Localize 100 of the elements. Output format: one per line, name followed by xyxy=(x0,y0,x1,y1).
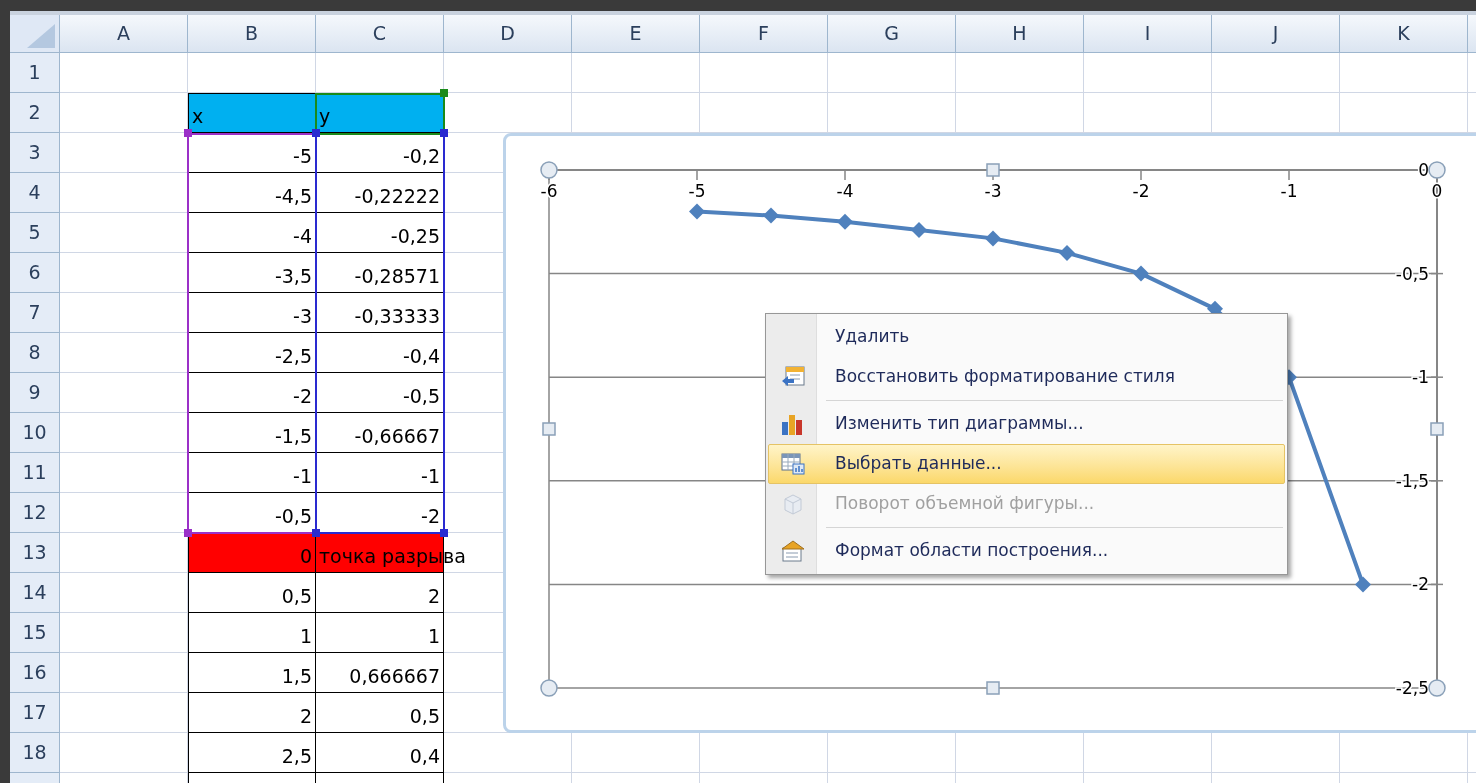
axis-label: -6 xyxy=(540,181,558,201)
range-handle[interactable] xyxy=(440,529,448,537)
axis-label: -0,5 xyxy=(1395,263,1429,284)
column-header[interactable]: B xyxy=(188,15,316,53)
row-header[interactable]: 6 xyxy=(10,253,60,293)
table-cell: 0,5 xyxy=(188,573,316,613)
menu-item[interactable]: Формат области построения... xyxy=(768,531,1285,571)
row-header[interactable]: 13 xyxy=(10,533,60,573)
column-header[interactable]: D xyxy=(444,15,572,53)
tick-mark xyxy=(1430,583,1444,586)
tick-mark xyxy=(1430,480,1444,482)
table-cell: -1 xyxy=(316,453,444,493)
row-header[interactable]: 17 xyxy=(10,693,60,733)
tick-mark xyxy=(844,169,846,181)
table-cell: -0,28571 xyxy=(316,253,444,293)
table-cell: -0,5 xyxy=(316,373,444,413)
table-cell: x xyxy=(188,93,316,133)
axis-label: -4 xyxy=(836,181,854,201)
format-panel-icon xyxy=(780,539,806,563)
axis-label: 0 xyxy=(1418,160,1429,180)
table-cell: 0,4 xyxy=(316,733,444,773)
row-header[interactable]: 5 xyxy=(10,213,60,253)
axis-label: -2 xyxy=(1132,181,1150,201)
row-header[interactable]: 2 xyxy=(10,93,60,133)
range-handle[interactable] xyxy=(440,129,448,137)
range-handle[interactable] xyxy=(184,529,192,537)
column-header[interactable]: A xyxy=(60,15,188,53)
row-header[interactable]: 15 xyxy=(10,613,60,653)
range-handle[interactable] xyxy=(440,89,448,97)
table-cell: 0,5 xyxy=(316,693,444,733)
row-header[interactable]: 18 xyxy=(10,733,60,773)
table-cell: 1 xyxy=(316,613,444,653)
row-header[interactable]: 9 xyxy=(10,373,60,413)
select-all-button[interactable] xyxy=(10,15,60,53)
row-header[interactable]: 10 xyxy=(10,413,60,453)
table-cell: -0,25 xyxy=(316,213,444,253)
axis-label: -1 xyxy=(1280,181,1298,201)
row-header[interactable]: 16 xyxy=(10,653,60,693)
table-cell: 1,5 xyxy=(188,653,316,693)
data-point xyxy=(1355,576,1371,593)
data-point xyxy=(1059,244,1075,261)
menu-item[interactable]: Удалить xyxy=(768,317,1285,357)
table-cell: 0 xyxy=(188,533,316,573)
row-header[interactable]: 4 xyxy=(10,173,60,213)
menu-item[interactable]: Выбрать данные... xyxy=(768,444,1285,484)
data-point xyxy=(837,213,853,230)
row-header[interactable]: 7 xyxy=(10,293,60,333)
data-point xyxy=(763,207,779,224)
column-header[interactable]: J xyxy=(1212,15,1340,53)
range-handle[interactable] xyxy=(312,129,320,137)
table-cell: -0,22222 xyxy=(316,173,444,213)
column-header[interactable]: E xyxy=(572,15,700,53)
corner-triangle-icon xyxy=(27,24,55,48)
row-header[interactable]: 3 xyxy=(10,133,60,173)
tick-mark xyxy=(696,169,698,181)
table-cell: -0,4 xyxy=(316,333,444,373)
data-point xyxy=(689,203,705,220)
tick-mark xyxy=(1430,272,1444,275)
row-header[interactable]: 1 xyxy=(10,53,60,93)
column-header[interactable]: C xyxy=(316,15,444,53)
range-handle[interactable] xyxy=(184,129,192,137)
table-cell: y xyxy=(316,93,444,133)
resize-handle[interactable] xyxy=(1428,679,1446,697)
resize-handle[interactable] xyxy=(542,422,556,436)
table-cell: -0,66667 xyxy=(316,413,444,453)
column-header[interactable]: H xyxy=(956,15,1084,53)
resize-handle[interactable] xyxy=(1428,161,1446,179)
row-header[interactable]: 14 xyxy=(10,573,60,613)
row-header[interactable]: 8 xyxy=(10,333,60,373)
resize-handle[interactable] xyxy=(1430,422,1444,436)
column-header[interactable]: K xyxy=(1340,15,1468,53)
axis-label: 0 xyxy=(1431,181,1443,201)
tick-mark xyxy=(1430,376,1444,378)
axis-label: -5 xyxy=(688,181,706,201)
range-handle[interactable] xyxy=(312,529,320,537)
table-cell: -0,33333 xyxy=(316,293,444,333)
resize-handle[interactable] xyxy=(540,161,558,179)
resize-handle[interactable] xyxy=(540,679,558,697)
data-point xyxy=(985,230,1001,247)
data-point xyxy=(1133,265,1149,282)
column-header[interactable]: G xyxy=(828,15,956,53)
table-cell: 0,666667 xyxy=(316,653,444,693)
data-point xyxy=(911,222,927,239)
reset-style-icon xyxy=(780,365,806,389)
table-icon xyxy=(780,452,806,476)
row-header[interactable]: 11 xyxy=(10,453,60,493)
axis-label: -3 xyxy=(984,181,1002,201)
table-cell: 2,5 xyxy=(188,733,316,773)
resize-handle[interactable] xyxy=(986,681,1000,695)
row-header[interactable]: 12 xyxy=(10,493,60,533)
tick-mark xyxy=(1288,169,1290,181)
axis-label: -2,5 xyxy=(1395,678,1429,698)
column-header[interactable]: F xyxy=(700,15,828,53)
resize-handle[interactable] xyxy=(986,163,1000,177)
menu-item[interactable]: Восстановить форматирование стиля xyxy=(768,357,1285,397)
table-cell: 2 xyxy=(316,573,444,613)
menu-item[interactable]: Изменить тип диаграммы... xyxy=(768,404,1285,444)
column-header[interactable]: I xyxy=(1084,15,1212,53)
table-cell: 2 xyxy=(188,693,316,733)
tick-mark xyxy=(1140,169,1142,181)
